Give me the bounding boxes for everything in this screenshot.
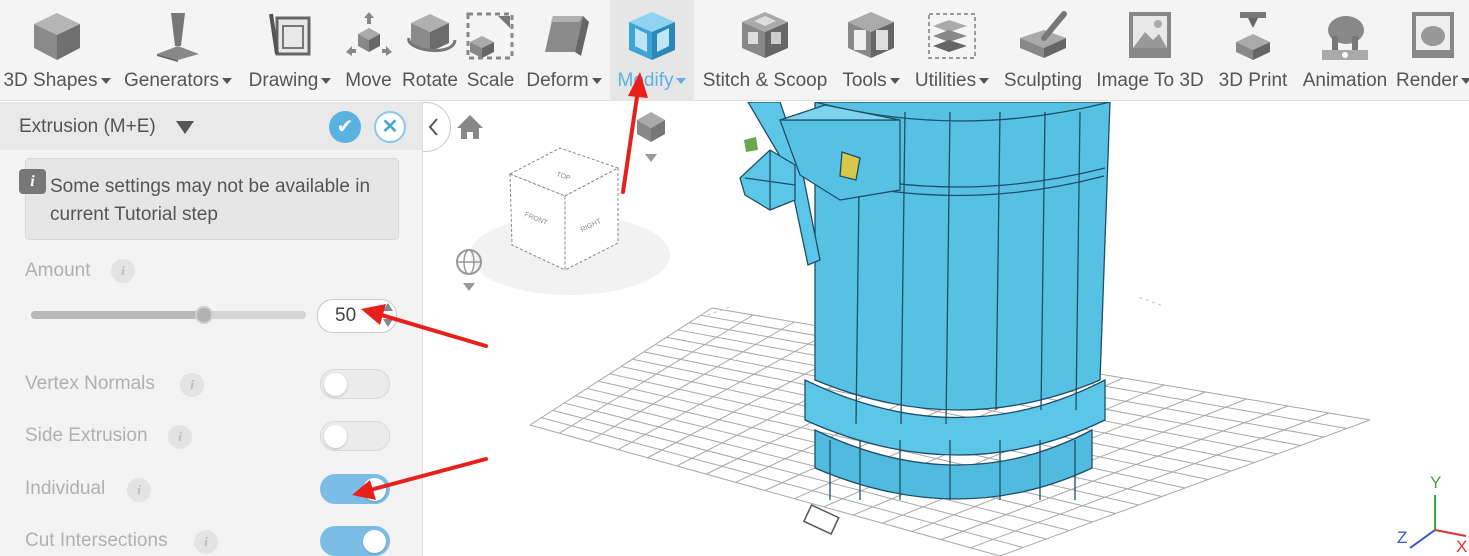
annotation-arrow-head bbox=[361, 304, 386, 325]
annotation-arrow bbox=[376, 312, 488, 348]
annotation-arrow bbox=[621, 88, 640, 194]
annotation-arrow bbox=[368, 457, 488, 492]
annotation-arrow-head bbox=[352, 480, 376, 500]
annotation-arrow-head bbox=[628, 72, 648, 98]
annotation-overlay bbox=[352, 72, 648, 500]
